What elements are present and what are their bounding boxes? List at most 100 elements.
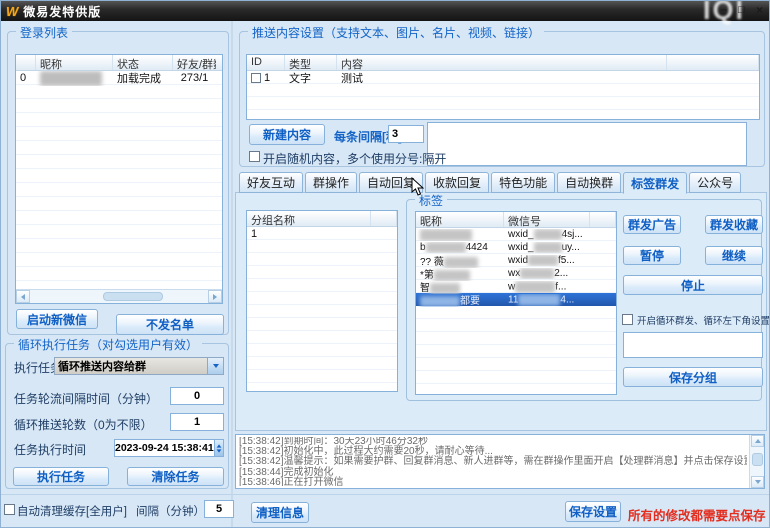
tab-special-features[interactable]: 特色功能: [491, 172, 555, 193]
pause-button[interactable]: 暂停: [623, 246, 681, 265]
chevron-down-icon[interactable]: [207, 358, 223, 374]
login-list-group: 登录列表 昵称 状态 好友/群数 0 加载完成 273/1: [7, 31, 229, 335]
push-table-row[interactable]: 1 文字 测试: [247, 71, 759, 85]
login-hscrollbar[interactable]: [16, 289, 222, 303]
tab-group-ops[interactable]: 群操作: [305, 172, 357, 193]
clean-gap-input[interactable]: 5: [204, 500, 234, 518]
vertical-divider: [231, 21, 233, 528]
tag-col-extra: [590, 212, 616, 227]
scroll-track[interactable]: [30, 290, 208, 303]
loop-broadcast-checkbox[interactable]: [622, 314, 633, 325]
log-vscrollbar[interactable]: [749, 435, 764, 488]
random-content-checkbox[interactable]: [249, 151, 260, 162]
auto-clean-label: 自动清理缓存[全用户]: [17, 503, 127, 519]
login-row-nickname: [36, 71, 113, 86]
push-col-content: 内容: [337, 55, 667, 70]
tag-col-nickname: 昵称: [416, 212, 504, 227]
start-new-wechat-button[interactable]: 启动新微信: [16, 309, 98, 329]
login-table-row[interactable]: 0 加载完成 273/1: [16, 71, 222, 85]
execute-task-button[interactable]: 执行任务: [13, 467, 109, 486]
push-table[interactable]: ID 类型 内容 1 文字 测试: [246, 54, 760, 120]
titlebar: W 微易发特供版 IQI – □ ×: [1, 1, 770, 21]
scroll-thumb[interactable]: [752, 453, 763, 466]
save-settings-button[interactable]: 保存设置: [565, 501, 621, 522]
log-lines: [15:38:42]到期时间：30天23小时46分32秒 [15:38:42]初…: [239, 437, 747, 486]
group-name-row[interactable]: 1: [247, 227, 397, 240]
tab-tag-broadcast[interactable]: 标签群发: [623, 172, 687, 194]
scroll-down-icon[interactable]: [751, 476, 764, 488]
maximize-icon[interactable]: □: [734, 3, 749, 18]
tag-row[interactable]: b4424 wxid_uy...: [416, 241, 616, 254]
close-icon[interactable]: ×: [752, 3, 767, 18]
tag-row[interactable]: wxid_4sj...: [416, 228, 616, 241]
login-table-body[interactable]: 0 加载完成 273/1: [16, 71, 222, 289]
save-group-button[interactable]: 保存分组: [623, 367, 763, 387]
push-content-title: 推送内容设置（支持文本、图片、名片、视频、链接）: [248, 24, 544, 41]
login-row-index: 0: [16, 72, 36, 84]
tab-auto-switch-group[interactable]: 自动换群: [557, 172, 621, 193]
login-list-title: 登录列表: [16, 24, 72, 41]
push-row-content: 测试: [337, 71, 667, 86]
per-item-interval-input[interactable]: 3: [388, 125, 424, 143]
login-table[interactable]: 昵称 状态 好友/群数 0 加载完成 273/1: [15, 54, 223, 304]
task-time-input[interactable]: 2023-09-24 15:38:41: [114, 439, 224, 457]
log-panel[interactable]: [15:38:42]到期时间：30天23小时46分32秒 [15:38:42]初…: [235, 434, 765, 489]
save-warning-text: 所有的修改都需要点保存: [628, 505, 766, 524]
login-row-status: 加载完成: [113, 71, 173, 86]
group-name-table[interactable]: 分组名称 1: [246, 210, 398, 392]
tab-payment-reply[interactable]: 收款回复: [425, 172, 489, 193]
scroll-right-icon[interactable]: [208, 290, 222, 303]
loop-rounds-input[interactable]: 1: [170, 413, 224, 431]
broadcast-favorites-button[interactable]: 群发收藏: [705, 215, 763, 234]
continue-button[interactable]: 继续: [705, 246, 763, 265]
new-content-button[interactable]: 新建内容: [249, 124, 325, 145]
app-logo-icon: W: [6, 4, 18, 19]
scroll-up-icon[interactable]: [751, 435, 764, 447]
tag-row[interactable]: ?? 薇 wxidf5...: [416, 254, 616, 267]
tag-row[interactable]: *第 wx2...: [416, 267, 616, 280]
login-col-counts: 好友/群数: [173, 55, 216, 70]
login-col-nickname: 昵称: [36, 55, 113, 70]
loop-broadcast-label: 开启循环群发、循环左下角设置: [637, 313, 770, 327]
scroll-left-icon[interactable]: [16, 290, 30, 303]
redacted-nickname: [40, 71, 102, 86]
tab-friend-interact[interactable]: 好友互动: [239, 172, 303, 193]
tag-extra-input[interactable]: [623, 332, 763, 358]
task-time-value: 2023-09-24 15:38:41: [115, 442, 214, 454]
group-name-col: 分组名称: [247, 211, 371, 226]
push-table-body[interactable]: 1 文字 测试: [247, 71, 759, 119]
loop-task-group: 循环执行任务（对勾选用户有效） 执行任务 循环推送内容给群 任务轮流间隔时间（分…: [5, 343, 229, 489]
tag-table-body[interactable]: wxid_4sj... b4424 wxid_uy... ?? 薇 wxidf5…: [416, 228, 616, 394]
group-name-body[interactable]: 1: [247, 227, 397, 391]
log-line: [15:38:46]正在打开微信: [239, 478, 747, 486]
tag-row-selected[interactable]: 都要 114...: [416, 293, 616, 306]
window-title: 微易发特供版: [23, 3, 101, 20]
push-row-checkbox[interactable]: [251, 73, 261, 83]
stop-button[interactable]: 停止: [623, 275, 763, 295]
tag-row[interactable]: 智 wf...: [416, 280, 616, 293]
login-col-status: 状态: [113, 55, 173, 70]
clear-task-button[interactable]: 清除任务: [127, 467, 224, 486]
push-content-group: 推送内容设置（支持文本、图片、名片、视频、链接） ID 类型 内容 1 文字 测…: [239, 31, 765, 167]
login-table-header: 昵称 状态 好友/群数: [16, 55, 222, 71]
loop-task-title: 循环执行任务（对勾选用户有效）: [14, 336, 202, 353]
task-select-value: 循环推送内容给群: [55, 358, 207, 374]
rotate-interval-input[interactable]: 0: [170, 387, 224, 405]
datetime-spinner-icon[interactable]: [214, 440, 223, 456]
login-col-extra: [216, 55, 225, 70]
group-name-value: 1: [247, 228, 371, 240]
random-content-label: 开启随机内容，多个使用分号:隔开: [263, 150, 446, 167]
tab-official-account[interactable]: 公众号: [689, 172, 741, 193]
task-time-label: 任务执行时间: [14, 441, 86, 458]
push-content-textarea[interactable]: [427, 122, 747, 166]
broadcast-ad-button[interactable]: 群发广告: [623, 215, 681, 234]
minimize-icon[interactable]: –: [716, 3, 731, 18]
loop-rounds-label: 循环推送轮数（0为不限）: [14, 416, 153, 433]
task-select[interactable]: 循环推送内容给群: [54, 357, 224, 375]
no-send-list-button[interactable]: 不发名单: [116, 314, 224, 335]
tag-members-table[interactable]: 昵称 微信号 wxid_4sj... b4424 wxid_uy... ?? 薇: [415, 211, 617, 395]
clean-info-button[interactable]: 清理信息: [251, 502, 309, 523]
scroll-thumb[interactable]: [103, 292, 163, 301]
auto-clean-checkbox[interactable]: [4, 504, 15, 515]
group-name-header: 分组名称: [247, 211, 397, 227]
